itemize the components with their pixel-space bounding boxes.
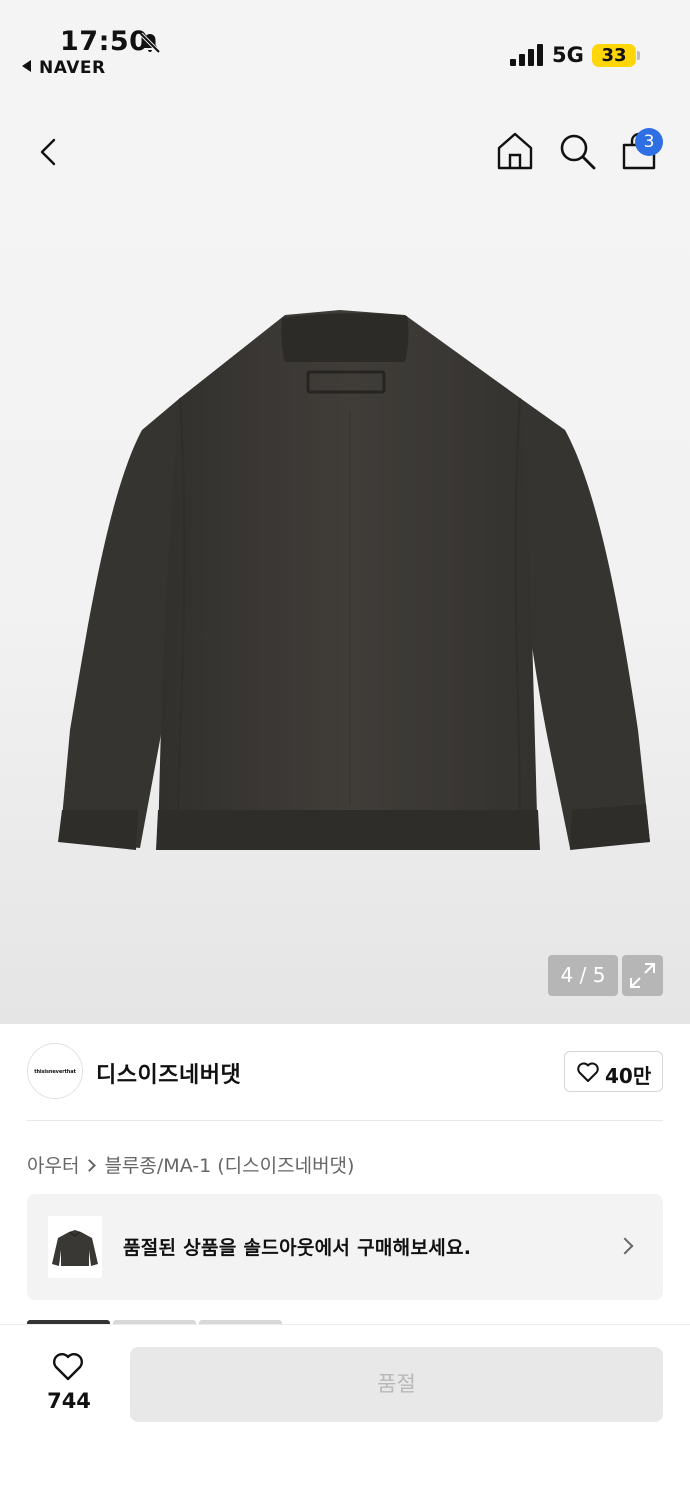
wishlist-count: 744 [47, 1389, 91, 1413]
heart-icon [53, 1353, 83, 1381]
back-triangle-icon [22, 60, 31, 72]
battery-cap [637, 51, 640, 60]
back-icon[interactable] [30, 132, 70, 172]
breadcrumb-category[interactable]: 아우터 [27, 1155, 79, 1177]
brand-logo[interactable]: thisisneverthat [27, 1043, 83, 1099]
chevron-right-icon [83, 1159, 97, 1172]
search-icon[interactable] [556, 130, 598, 172]
battery-level: 33 [592, 44, 636, 67]
bottom-action-bar: 744 품절 [0, 1324, 690, 1500]
jacket-thumbnail-image [52, 1230, 98, 1266]
back-app-label: NAVER [39, 58, 106, 78]
wishlist-button[interactable]: 744 [40, 1345, 98, 1417]
brand-like-count: 40만 [605, 1064, 652, 1088]
brand-like-button[interactable]: 40만 [564, 1051, 663, 1092]
soldout-text: 품절된 상품을 솔드아웃에서 구매해보세요. [123, 1237, 472, 1259]
soldout-thumbnail [48, 1216, 102, 1278]
cart-count-badge: 3 [635, 128, 663, 156]
breadcrumb-subcategory[interactable]: 블루종/MA-1 (디스이즈네버댓) [104, 1155, 354, 1177]
product-gallery[interactable]: 4 / 5 [0, 90, 690, 1024]
breadcrumb: 아우터 블루종/MA-1 (디스이즈네버댓) [27, 1151, 354, 1178]
soldout-banner[interactable]: 품절된 상품을 솔드아웃에서 구매해보세요. [27, 1194, 663, 1300]
back-to-app[interactable]: NAVER [22, 58, 106, 78]
brand-name[interactable]: 디스이즈네버댓 [96, 1057, 241, 1089]
expand-icon [630, 963, 655, 988]
status-bar: 17:50 NAVER 5G 33 [0, 0, 690, 90]
network-type: 5G [552, 43, 584, 67]
home-icon[interactable] [494, 130, 536, 172]
soldout-buy-button[interactable]: 품절 [130, 1347, 663, 1422]
heart-icon [577, 1062, 599, 1082]
image-counter: 4 / 5 [548, 955, 618, 996]
signal-icon [510, 44, 543, 66]
chevron-right-icon [616, 1237, 634, 1255]
status-time: 17:50 [60, 26, 149, 57]
bell-slash-icon [139, 32, 161, 54]
product-image [58, 310, 650, 850]
divider [27, 1120, 663, 1121]
expand-button[interactable] [622, 955, 663, 996]
